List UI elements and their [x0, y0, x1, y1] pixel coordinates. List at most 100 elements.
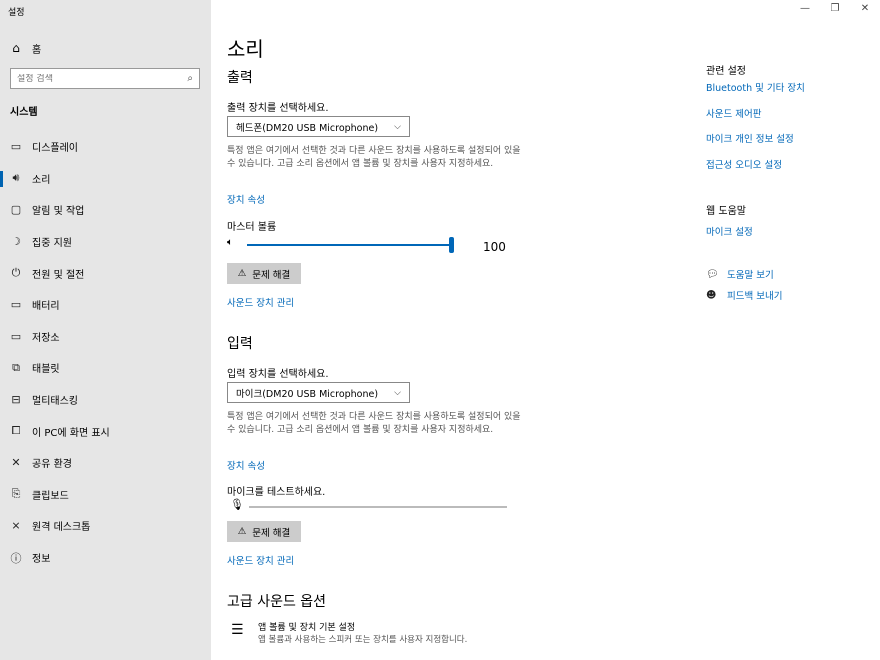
bluetooth-link[interactable]: Bluetooth 및 기타 장치: [706, 80, 805, 94]
output-manage-devices-link[interactable]: 사운드 장치 관리: [227, 295, 294, 309]
web-help-heading: 웹 도움말: [706, 206, 746, 217]
multitask-icon: ⊟: [11, 393, 21, 407]
sidebar-item-label: 이 PC에 화면 표시: [32, 427, 110, 439]
sidebar-item-display[interactable]: ▭ 디스플레이: [0, 131, 211, 163]
app-volume-title: 앱 볼륨 및 장치 기본 설정: [258, 623, 356, 633]
input-device-value: 마이크(DM20 USB Microphone): [236, 388, 379, 400]
clipboard-icon: ⎘: [11, 487, 21, 501]
mixer-icon: ☰: [231, 622, 244, 638]
sidebar: 설정 ⌂ 홈 ⌕ 시스템 ▭ 디스플레이 🔊︎ 소리 ▢ 알림 및 작업 ☽ 집…: [0, 0, 211, 660]
sidebar-item-label: 원격 데스크톱: [32, 522, 91, 534]
sidebar-item-label: 전원 및 절전: [32, 269, 85, 281]
sidebar-item-sound[interactable]: 🔊︎ 소리: [0, 163, 211, 195]
sidebar-item-label: 공유 환경: [32, 459, 72, 471]
project-icon: ⧠: [11, 424, 21, 438]
sidebar-item-label: 디스플레이: [32, 143, 78, 155]
output-troubleshoot-button[interactable]: ⚠ 문제 해결: [227, 263, 301, 284]
sidebar-item-label: 클립보드: [32, 490, 69, 502]
sound-control-panel-link[interactable]: 사운드 제어판: [706, 106, 761, 120]
output-device-properties-link[interactable]: 장치 속성: [227, 192, 265, 206]
sidebar-item-multitasking[interactable]: ⊟ 멀티태스킹: [0, 384, 211, 416]
sidebar-item-shared-experiences[interactable]: ✕ 공유 환경: [0, 447, 211, 479]
mic-privacy-link[interactable]: 마이크 개인 정보 설정: [706, 131, 794, 145]
restore-button[interactable]: ❐: [820, 0, 850, 16]
mic-setup-link[interactable]: 마이크 설정: [706, 224, 753, 238]
chevron-down-icon: ⌵: [394, 121, 401, 132]
get-help-label: 도움말 보기: [727, 270, 774, 281]
notification-icon: ▢: [10, 203, 22, 217]
sidebar-item-label: 알림 및 작업: [32, 206, 85, 218]
sidebar-item-label: 집중 지원: [32, 238, 72, 250]
sidebar-item-label: 태블릿: [32, 364, 60, 376]
sidebar-item-label: 멀티태스킹: [32, 396, 78, 408]
button-label: 문제 해결: [252, 269, 291, 281]
home-icon: ⌂: [12, 41, 20, 55]
feedback-link[interactable]: ☻ 피드백 보내기: [706, 288, 783, 303]
input-heading: 입력: [227, 336, 253, 352]
sidebar-item-clipboard[interactable]: ⎘ 클립보드: [0, 479, 211, 511]
warning-icon: ⚠: [237, 526, 247, 537]
mic-level-track: [249, 506, 507, 508]
search-input[interactable]: [17, 73, 167, 84]
close-button[interactable]: ✕: [850, 0, 880, 16]
input-manage-devices-link[interactable]: 사운드 장치 관리: [227, 553, 294, 567]
input-device-label: 입력 장치를 선택하세요.: [227, 369, 329, 380]
power-icon: ⏻: [11, 266, 21, 280]
sidebar-item-tablet[interactable]: ⧉ 태블릿: [0, 352, 211, 384]
feedback-label: 피드백 보내기: [727, 291, 783, 302]
page-title: 소리: [227, 37, 264, 61]
battery-icon: ▭: [10, 298, 22, 312]
sidebar-item-label: 배터리: [32, 301, 60, 313]
sidebar-item-notifications[interactable]: ▢ 알림 및 작업: [0, 194, 211, 226]
related-settings-heading: 관련 설정: [706, 66, 746, 77]
sidebar-home[interactable]: ⌂ 홈: [0, 36, 211, 60]
sidebar-item-battery[interactable]: ▭ 배터리: [0, 289, 211, 321]
sidebar-item-label: 정보: [32, 554, 51, 566]
sidebar-item-label: 저장소: [32, 332, 60, 344]
master-volume-label: 마스터 볼륨: [227, 222, 277, 233]
sidebar-item-focus-assist[interactable]: ☽ 집중 지원: [0, 226, 211, 258]
output-description: 특정 앱은 여기에서 선택한 것과 다른 사운드 장치를 사용하도록 설정되어 …: [227, 146, 521, 169]
sidebar-item-storage[interactable]: ▭ 저장소: [0, 321, 211, 353]
input-description: 특정 앱은 여기에서 선택한 것과 다른 사운드 장치를 사용하도록 설정되어 …: [227, 412, 521, 435]
sidebar-nav: ▭ 디스플레이 🔊︎ 소리 ▢ 알림 및 작업 ☽ 집중 지원 ⏻ 전원 및 절…: [0, 131, 211, 573]
speaker-icon[interactable]: 🔈︎: [227, 237, 233, 248]
advanced-heading: 고급 사운드 옵션: [227, 594, 327, 610]
sidebar-item-projecting[interactable]: ⧠ 이 PC에 화면 표시: [0, 415, 211, 447]
get-help-link[interactable]: 💬︎ 도움말 보기: [706, 267, 774, 282]
volume-thumb[interactable]: [449, 237, 454, 253]
button-label: 문제 해결: [252, 527, 291, 539]
volume-track[interactable]: [247, 244, 453, 246]
output-heading: 출력: [227, 70, 253, 86]
accessibility-audio-link[interactable]: 접근성 오디오 설정: [706, 157, 782, 171]
sidebar-item-about[interactable]: ⓘ 정보: [0, 542, 211, 574]
mic-test-label: 마이크를 테스트하세요.: [227, 487, 326, 498]
window-controls: — ❐ ✕: [790, 0, 880, 16]
input-troubleshoot-button[interactable]: ⚠ 문제 해결: [227, 521, 301, 542]
minimize-button[interactable]: —: [790, 0, 820, 16]
feedback-icon: ☻: [706, 289, 717, 301]
app-volume-preferences[interactable]: ☰ 앱 볼륨 및 장치 기본 설정 앱 볼륨과 사용하는 스피커 또는 장치를 …: [227, 620, 527, 648]
input-device-select[interactable]: 마이크(DM20 USB Microphone) ⌵: [227, 382, 410, 403]
sidebar-item-power[interactable]: ⏻ 전원 및 절전: [0, 257, 211, 289]
sidebar-item-label: 소리: [32, 174, 51, 186]
help-icon: 💬︎: [706, 268, 719, 280]
chevron-down-icon: ⌵: [394, 387, 401, 398]
sidebar-item-remote-desktop[interactable]: ⨯ 원격 데스크톱: [0, 510, 211, 542]
mic-level-meter: 🎙︎: [227, 498, 517, 516]
storage-icon: ▭: [10, 329, 22, 343]
window-title: 설정: [8, 8, 25, 18]
sound-icon: 🔊︎: [12, 171, 20, 185]
input-device-properties-link[interactable]: 장치 속성: [227, 458, 265, 472]
output-device-label: 출력 장치를 선택하세요.: [227, 103, 329, 114]
search-icon[interactable]: ⌕: [187, 73, 193, 84]
info-icon: ⓘ: [10, 551, 22, 565]
output-device-value: 헤드폰(DM20 USB Microphone): [236, 122, 379, 134]
display-icon: ▭: [10, 140, 22, 154]
app-volume-desc: 앱 볼륨과 사용하는 스피커 또는 장치를 사용자 지정합니다.: [258, 635, 468, 645]
sidebar-home-label: 홈: [32, 44, 42, 56]
output-device-select[interactable]: 헤드폰(DM20 USB Microphone) ⌵: [227, 116, 410, 137]
master-volume-slider[interactable]: 🔈︎: [227, 236, 517, 254]
search-box[interactable]: ⌕: [10, 68, 200, 89]
tablet-icon: ⧉: [12, 360, 20, 374]
